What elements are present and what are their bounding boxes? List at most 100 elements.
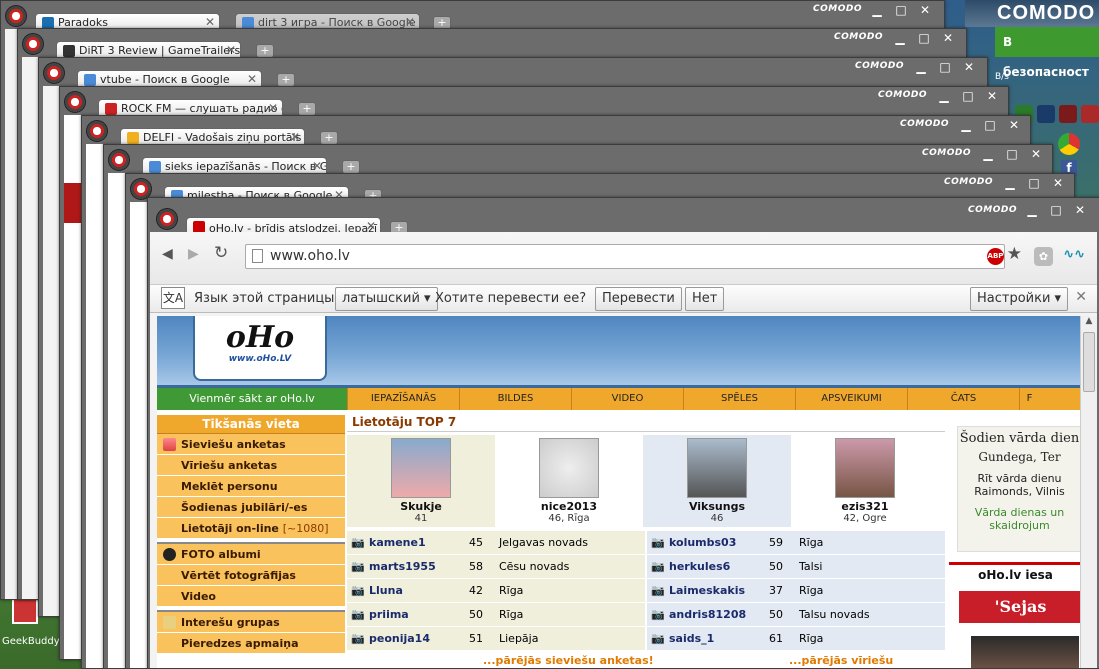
user-cell[interactable]: 📷 kolumbs03 59 Rīga [647,531,945,554]
minimize-button[interactable]: ▁ [888,30,912,47]
user-cell[interactable]: 📷 kamene1 45 Jelgavas novads [347,531,645,554]
chrome-logo-icon[interactable] [108,149,130,171]
user-name[interactable]: kamene1 [369,531,469,554]
user-name[interactable]: Skukje [347,500,495,513]
maximize-button[interactable]: □ [1022,175,1046,192]
user-name[interactable]: Lluna [369,579,469,602]
address-bar[interactable]: www.oho.lv [245,244,1005,269]
sidebar-item-groups[interactable]: Interešu grupas [157,612,345,633]
close-button[interactable]: ✕ [957,59,981,76]
user-name[interactable]: kolumbs03 [669,531,769,554]
more-women-link[interactable]: ...pārējās sieviešu anketas! [483,654,654,667]
chrome-logo-icon[interactable] [43,62,65,84]
minimize-button[interactable]: ▁ [1020,202,1044,219]
user-name[interactable]: andris81208 [669,603,769,626]
nav-apsveikumi[interactable]: APSVEIKUMI [795,388,907,410]
close-tab-icon[interactable]: ✕ [205,15,215,29]
nav-more[interactable]: F [1019,388,1039,410]
chrome-logo-icon[interactable] [64,91,86,113]
translate-button[interactable]: Перевести [595,287,682,311]
maximize-button[interactable]: □ [889,2,913,19]
nav-cats[interactable]: ČATS [907,388,1019,410]
close-button[interactable]: ✕ [1068,202,1092,219]
user-name[interactable]: peonija14 [369,627,469,650]
top-user-card[interactable]: ezis321 42, Ogre [791,435,939,527]
user-cell[interactable]: 📷 andris81208 50 Talsu novads [647,603,945,626]
user-name[interactable]: saids_1 [669,627,769,650]
back-icon[interactable]: ◀ [162,246,173,262]
close-tab-icon[interactable]: ✕ [366,219,376,233]
sidebar-item-rate-photos[interactable]: Vērtēt fotogrāfijas [157,565,345,586]
user-cell[interactable]: 📷 Lluna 42 Rīga [347,579,645,602]
sejas-photo[interactable] [971,636,1079,668]
no-button[interactable]: Нет [685,287,725,311]
top-user-card[interactable]: Skukje 41 [347,435,495,527]
minimize-button[interactable]: ▁ [998,175,1022,192]
close-button[interactable]: ✕ [936,30,960,47]
tray-icon-4[interactable] [1081,105,1099,123]
minimize-button[interactable]: ▁ [976,146,1000,163]
tray-icon-2[interactable] [1037,105,1055,123]
sidebar-item-online[interactable]: Lietotāji on-line [~1080] [157,518,345,539]
close-button[interactable]: ✕ [1024,146,1048,163]
nav-start-page[interactable]: Vienmēr sākt ar oHo.lv [157,388,347,410]
sidebar-item-men[interactable]: Vīriešu anketas [157,455,345,476]
close-button[interactable]: ✕ [980,88,1004,105]
close-button[interactable]: ✕ [1002,117,1026,134]
nav-bildes[interactable]: BILDES [459,388,571,410]
bookmark-star-icon[interactable]: ★ [1007,244,1022,264]
sidebar-item-photo-albums[interactable]: FOTO albumi [157,544,345,565]
page-scrollbar[interactable]: ▲ [1080,316,1097,668]
user-cell[interactable]: 📷 herkules6 50 Talsi [647,555,945,578]
top-user-card[interactable]: Viksungs 46 [643,435,791,527]
close-tab-icon[interactable]: ✕ [312,159,322,173]
user-name[interactable]: Viksungs [643,500,791,513]
new-tab-button[interactable]: + [277,73,295,87]
nav-video[interactable]: VIDEO [571,388,683,410]
user-cell[interactable]: 📷 saids_1 61 Rīga [647,627,945,650]
user-photo[interactable] [835,438,895,498]
sidebar-item-experience[interactable]: Pieredzes apmaiņa [157,633,345,654]
user-photo[interactable] [391,438,451,498]
user-name[interactable]: priima [369,603,469,626]
top-user-card[interactable]: nice2013 46, Rīga [495,435,643,527]
sidebar-item-birthdays[interactable]: Šodienas jubilāri/-es [157,497,345,518]
maximize-button[interactable]: □ [1044,202,1068,219]
comodo-ad-subtitle[interactable]: В безопасност [995,27,1099,79]
user-cell[interactable]: 📷 marts1955 58 Cēsu novads [347,555,645,578]
new-tab-button[interactable]: + [298,102,316,116]
chrome-logo-icon[interactable] [22,33,44,55]
close-tab-icon[interactable]: ✕ [405,15,415,29]
maximize-button[interactable]: □ [933,59,957,76]
maximize-button[interactable]: □ [978,117,1002,134]
user-name[interactable]: marts1955 [369,555,469,578]
chrome-logo-icon[interactable] [86,120,108,142]
nav-speles[interactable]: SPĒLES [683,388,795,410]
chrome-desktop-icon[interactable] [1058,133,1080,155]
close-button[interactable]: ✕ [913,2,937,19]
comodo-ad-banner[interactable]: COMODO [965,0,1099,27]
close-button[interactable]: ✕ [1046,175,1070,192]
user-name[interactable]: nice2013 [495,500,643,513]
new-tab-button[interactable]: + [320,131,338,145]
sidebar-item-search[interactable]: Meklēt personu [157,476,345,497]
user-cell[interactable]: 📷 priima 50 Rīga [347,603,645,626]
reload-icon[interactable]: ↻ [214,243,228,263]
minimize-button[interactable]: ▁ [954,117,978,134]
user-cell[interactable]: 📷 peonija14 51 Liepāja [347,627,645,650]
sidebar-item-women[interactable]: Sieviešu anketas [157,434,345,455]
language-select[interactable]: латышский ▾ [335,287,438,311]
adblock-icon[interactable]: ABP [987,248,1004,265]
sidebar-item-video[interactable]: Video [157,586,345,607]
close-translate-icon[interactable]: ✕ [1075,289,1087,305]
user-name[interactable]: Laimeskakis [669,579,769,602]
close-tab-icon[interactable]: ✕ [268,101,278,115]
close-tab-icon[interactable]: ✕ [247,72,257,86]
user-cell[interactable]: 📷 Laimeskakis 37 Rīga [647,579,945,602]
close-tab-icon[interactable]: ✕ [226,43,236,57]
chrome-logo-icon[interactable] [156,208,178,230]
browser-window-main[interactable]: oHo.lv - brīdis atslodzei. Iepazī ✕ + COM… [147,197,1099,669]
chrome-logo-icon[interactable] [5,5,27,27]
oho-logo[interactable]: oHo www.oHo.LV [193,316,327,381]
new-tab-button[interactable]: + [256,44,274,58]
